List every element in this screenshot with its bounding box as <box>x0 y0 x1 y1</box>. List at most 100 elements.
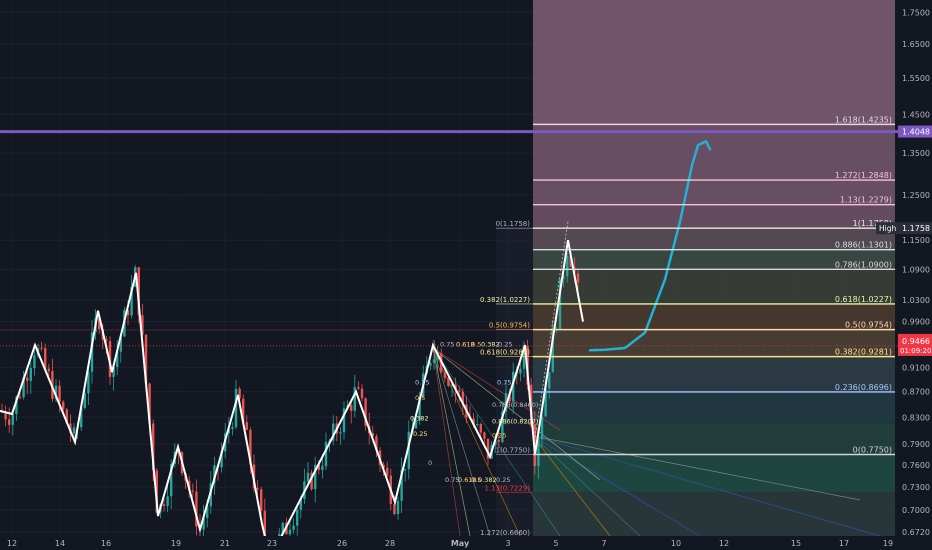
candle-body <box>8 419 11 425</box>
x-tick-label: 14 <box>55 539 65 548</box>
x-tick-label: 16 <box>101 539 111 548</box>
fib-level-label: 0.5(0.9754) <box>845 321 892 330</box>
fan-label: 0.25 <box>413 430 427 438</box>
y-tick-label: 1.3500 <box>902 149 930 158</box>
candle-body <box>72 427 76 434</box>
x-tick-label: 5 <box>553 539 558 548</box>
left-fib-label: 1.13(0.7229) <box>484 484 530 492</box>
fan-label: 0.75 <box>415 378 429 386</box>
y-tick-label: 0.7600 <box>902 461 930 470</box>
price-axis[interactable]: 1.7500 1.6500 1.5500 1.4500 1.3500 1.2500 1.15… <box>898 0 932 550</box>
candle-body <box>443 372 446 378</box>
candle-body <box>47 368 50 372</box>
price-tag-1404: 1.4048 <box>902 128 930 137</box>
y-tick-label: 0.8700 <box>902 388 930 397</box>
high-tag-value: 1.1758 <box>902 224 930 233</box>
fib-level-label: 0.886(1.1301) <box>835 241 892 250</box>
candle-body <box>479 424 482 433</box>
fib-level-label: 0.786(1.0900) <box>835 260 892 269</box>
fib-level-label: 0.236(0.8696) <box>835 383 892 392</box>
y-tick-label: 1.6500 <box>902 40 930 49</box>
left-fib-label: 0.618(0.9281) <box>480 349 530 357</box>
x-tick-label: 15 <box>791 539 801 548</box>
last-price-countdown: 01:09:20 <box>900 347 931 355</box>
y-tick-label: 1.2500 <box>902 191 930 200</box>
y-tick-label: 1.5500 <box>902 74 930 83</box>
x-tick-label: 19 <box>883 539 893 548</box>
left-fib-label: 1.272(0.6660) <box>480 529 530 537</box>
y-tick-label: 0.7000 <box>902 506 930 515</box>
fib-band <box>533 204 895 229</box>
fib-band <box>533 423 895 455</box>
candle-body <box>296 509 299 526</box>
x-tick-label: 21 <box>220 539 230 548</box>
candle-body <box>33 355 36 369</box>
fan-label: 0.382 <box>481 340 500 348</box>
x-tick-label: 23 <box>267 539 277 548</box>
candle-body <box>483 432 486 439</box>
candle-body <box>360 388 364 399</box>
fib-level-label: 1.272(1.2848) <box>835 171 892 180</box>
candle-body <box>40 347 43 349</box>
fan-label: 0 <box>428 459 432 467</box>
fan-label: 0.75 <box>440 340 454 348</box>
fan-label: 0.25 <box>492 431 506 439</box>
candle-body <box>245 422 248 430</box>
time-axis[interactable]: 12 14 16 19 21 23 26 28 May 3 5 7 10 12 15 17 19 <box>0 536 898 550</box>
candle-body <box>191 490 194 492</box>
candle-body <box>548 372 551 389</box>
fib-level-label: 0.618(1.0227) <box>835 295 892 304</box>
x-tick-label: 12 <box>7 539 17 548</box>
candle-body <box>62 401 65 410</box>
left-fib-label: 1(0.7750) <box>496 447 531 455</box>
fib-band <box>533 0 895 125</box>
candle-body <box>231 427 234 429</box>
fan-label: 1 <box>432 339 436 347</box>
y-tick-label: 1.7500 <box>902 8 930 17</box>
candle-body <box>350 405 353 411</box>
time-axis-bg <box>0 536 898 550</box>
candle-body <box>256 488 259 490</box>
fan-label: 0.5 <box>471 340 481 348</box>
fib-band <box>533 492 895 537</box>
fib-band <box>533 303 895 330</box>
candle-body <box>306 472 310 482</box>
fan-label: 0.886(0.8207) <box>492 417 538 425</box>
x-tick-label: 12 <box>719 539 729 548</box>
fan-label: 0.25 <box>496 476 510 484</box>
x-tick-label: 19 <box>171 539 181 548</box>
fan-label: 0.25 <box>498 340 512 348</box>
fan-label: 0.75 <box>497 378 511 386</box>
candle-body <box>58 385 61 402</box>
candle-body <box>18 396 22 398</box>
price-chart[interactable]: 1.618(1.4235) 1.272(1.2848) 1.13(1.2279) 1(… <box>0 0 932 550</box>
candle-body <box>404 469 407 471</box>
candle-body <box>476 424 479 426</box>
x-tick-label: 3 <box>505 539 510 548</box>
candle-body <box>166 496 169 506</box>
x-tick-label: 10 <box>671 539 681 548</box>
x-tick-label: 17 <box>839 539 849 548</box>
candle-body <box>576 273 580 283</box>
candle-body <box>432 359 436 363</box>
x-tick-label: 26 <box>337 539 347 548</box>
fib-band <box>533 391 895 424</box>
candle-body <box>339 432 342 434</box>
x-tick-label: 7 <box>601 539 606 548</box>
candle-body <box>497 440 500 442</box>
y-tick-label: 0.9900 <box>902 318 930 327</box>
y-tick-label: 1.0900 <box>902 265 930 274</box>
last-price-tag: 0.9466 <box>902 337 930 346</box>
fib-level-label: 1.13(1.2279) <box>840 196 892 205</box>
candle-body <box>11 414 14 425</box>
candle-body <box>458 390 461 392</box>
candle-body <box>396 500 400 515</box>
candle-body <box>357 387 360 389</box>
candle-body <box>566 255 569 277</box>
fib-level-label: 0.382(0.9281) <box>835 348 892 357</box>
x-tick-label: May <box>451 539 470 548</box>
left-fib-label: 0.5(0.9754) <box>489 322 530 330</box>
y-tick-label: 1.4500 <box>902 110 930 119</box>
high-tag-label: High <box>879 224 896 233</box>
candle-body <box>447 377 450 386</box>
